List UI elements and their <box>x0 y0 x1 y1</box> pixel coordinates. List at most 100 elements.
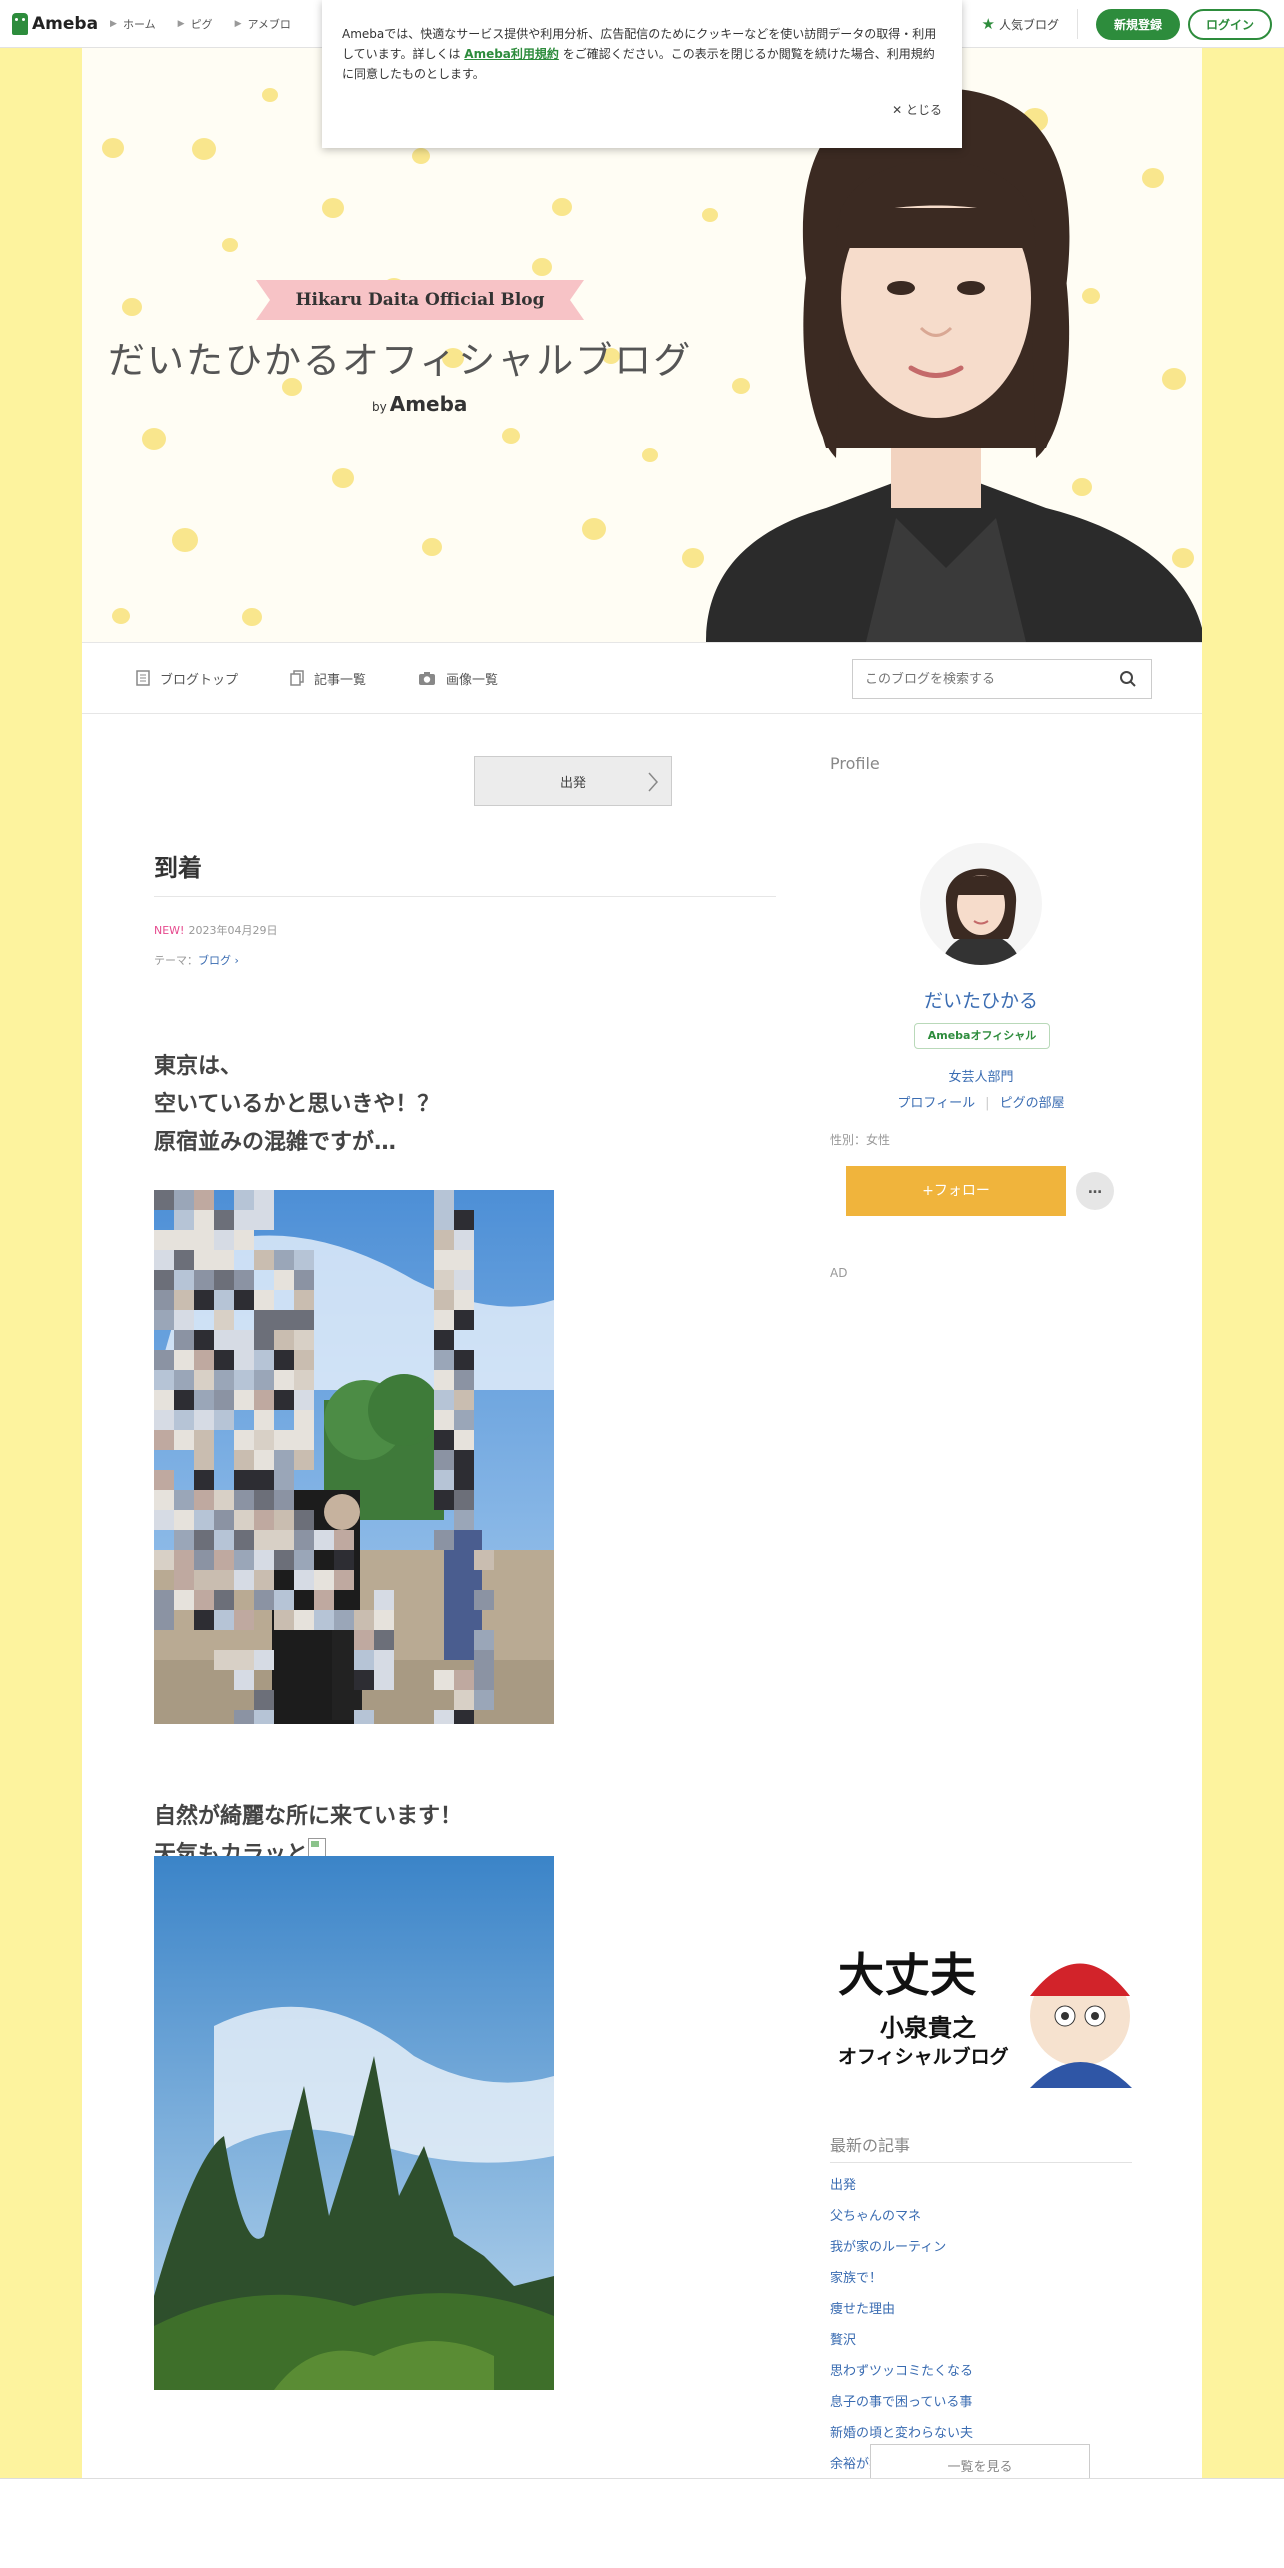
polka-dot <box>102 138 124 158</box>
nav-home[interactable]: ▶ ホーム <box>110 16 156 32</box>
footer-strip <box>0 2478 1284 2568</box>
mosaic-block <box>254 1390 274 1410</box>
mosaic-block <box>294 1510 314 1530</box>
mosaic-block <box>294 1310 314 1330</box>
nav-ameblo-label: アメブロ <box>247 17 291 31</box>
mosaic-block <box>194 1590 214 1610</box>
nav-image-list[interactable]: 画像一覧 <box>418 669 498 688</box>
paragraph-line: 自然が綺麗な所に来ています！ <box>154 1804 463 1829</box>
latest-entry-link[interactable]: 息子の事で困っている事 <box>830 2391 973 2422</box>
search-input[interactable] <box>865 671 1105 687</box>
nav-entry-list-label: 記事一覧 <box>314 672 367 688</box>
login-button[interactable]: ログイン <box>1187 8 1272 40</box>
mosaic-block <box>194 1570 214 1590</box>
latest-entry-link[interactable]: 家族で！ <box>830 2267 973 2298</box>
mosaic-block <box>454 1450 474 1470</box>
mosaic-block <box>454 1230 474 1250</box>
mosaic-block <box>234 1390 254 1410</box>
nav-blog-top[interactable]: ブログトップ <box>136 669 238 688</box>
mosaic-block <box>254 1530 274 1550</box>
mosaic-block <box>254 1250 274 1270</box>
profile-category[interactable]: 女芸人部門 <box>830 1066 1132 1085</box>
more-options-button[interactable]: … <box>1076 1172 1114 1210</box>
latest-entry-link[interactable]: 父ちゃんのマネ <box>830 2205 973 2236</box>
mosaic-block <box>234 1450 254 1470</box>
latest-entry-link[interactable]: 出発 <box>830 2174 973 2205</box>
mosaic-block <box>174 1270 194 1290</box>
latest-entry-link[interactable]: 思わずツッコミたくなる <box>830 2360 973 2391</box>
chevron-right-icon: ▶ <box>234 18 242 29</box>
nav-entry-list[interactable]: 記事一覧 <box>290 669 366 688</box>
cookie-close-label: とじる <box>905 103 942 117</box>
ad-banner[interactable]: 大丈夫 小泉貴之 オフィシャルブログ <box>830 1936 1132 2088</box>
register-button[interactable]: 新規登録 <box>1095 8 1180 40</box>
header-ribbon: Hikaru Daita Official Blog <box>256 280 584 320</box>
divider: | <box>985 1096 990 1111</box>
cookie-notice: Amebaでは、快適なサービス提供や利用分析、広告配信のためにクッキーなどを使い… <box>322 0 962 148</box>
mosaic-block <box>194 1230 214 1250</box>
popular-blog-link[interactable]: ★ 人気ブログ <box>982 9 1078 39</box>
mosaic-block <box>154 1490 174 1510</box>
mosaic-block <box>274 1350 294 1370</box>
mosaic-block <box>294 1390 314 1410</box>
mosaic-block <box>254 1290 274 1310</box>
terms-link[interactable]: Ameba利用規約 <box>464 47 559 61</box>
mosaic-block <box>314 1570 334 1590</box>
profile-name[interactable]: だいたひかる <box>830 986 1132 1013</box>
latest-entry-link[interactable]: 贅沢 <box>830 2329 973 2360</box>
mosaic-block <box>434 1250 454 1270</box>
mosaic-block <box>454 1490 474 1510</box>
mosaic-block <box>314 1530 334 1550</box>
mosaic-block <box>194 1410 214 1430</box>
mosaic-block <box>174 1250 194 1270</box>
nav-home-label: ホーム <box>122 17 156 31</box>
blog-title[interactable]: だいたひかるオフィシャルブログ <box>108 330 692 384</box>
mosaic-block <box>334 1610 354 1630</box>
mosaic-block <box>194 1190 214 1210</box>
mosaic-block <box>434 1230 454 1250</box>
mosaic-block <box>254 1710 274 1724</box>
mosaic-block <box>174 1190 194 1210</box>
nav-pigg[interactable]: ▶ ピグ <box>178 16 213 32</box>
theme-link[interactable]: ブログ <box>198 954 231 967</box>
chevron-right-icon: › <box>231 954 239 967</box>
mosaic-block <box>454 1370 474 1390</box>
camera-icon <box>419 672 436 685</box>
mosaic-block <box>194 1550 214 1570</box>
mosaic-block <box>374 1630 394 1650</box>
mosaic-block <box>454 1390 474 1410</box>
mosaic-block <box>454 1470 474 1490</box>
logo-text: Ameba <box>32 13 99 34</box>
cookie-close-button[interactable]: ✕ とじる <box>892 100 942 120</box>
mosaic-block <box>234 1610 254 1630</box>
latest-entry-link[interactable]: 我が家のルーティン <box>830 2236 973 2267</box>
search-icon[interactable] <box>1119 670 1137 688</box>
ameba-logo[interactable]: Ameba <box>12 12 99 35</box>
follow-button[interactable]: +フォロー <box>846 1166 1066 1216</box>
latest-entries-heading: 最新の記事 <box>830 2132 1132 2163</box>
mosaic-block <box>194 1330 214 1350</box>
official-badge[interactable]: Amebaオフィシャル <box>914 1023 1050 1049</box>
mosaic-block <box>314 1610 334 1630</box>
latest-entry-link[interactable]: 痩せた理由 <box>830 2298 973 2329</box>
pigg-room-link[interactable]: ピグの部屋 <box>1000 1096 1065 1111</box>
profile-avatar[interactable] <box>920 843 1042 965</box>
chevron-right-icon: ▶ <box>110 18 117 29</box>
article-photo-crowd[interactable] <box>154 1190 554 1724</box>
mosaic-block <box>234 1570 254 1590</box>
header-actions: ★ 人気ブログ 新規登録 ログイン <box>982 0 1284 48</box>
mosaic-block <box>474 1550 494 1570</box>
mosaic-block <box>434 1350 454 1370</box>
article-photo-trees[interactable] <box>154 1856 554 2390</box>
mosaic-block <box>274 1470 294 1490</box>
profile-link[interactable]: プロフィール <box>897 1096 975 1111</box>
mosaic-block <box>274 1270 294 1290</box>
mosaic-block <box>194 1210 214 1230</box>
previous-entry-button[interactable]: 出発 <box>474 756 672 806</box>
mosaic-block <box>154 1390 174 1410</box>
mosaic-block <box>234 1550 254 1570</box>
nav-ameblo[interactable]: ▶ アメブロ <box>235 16 291 32</box>
article-title[interactable]: 到着 <box>154 848 202 883</box>
mosaic-block <box>254 1690 274 1710</box>
mosaic-block <box>334 1530 354 1550</box>
